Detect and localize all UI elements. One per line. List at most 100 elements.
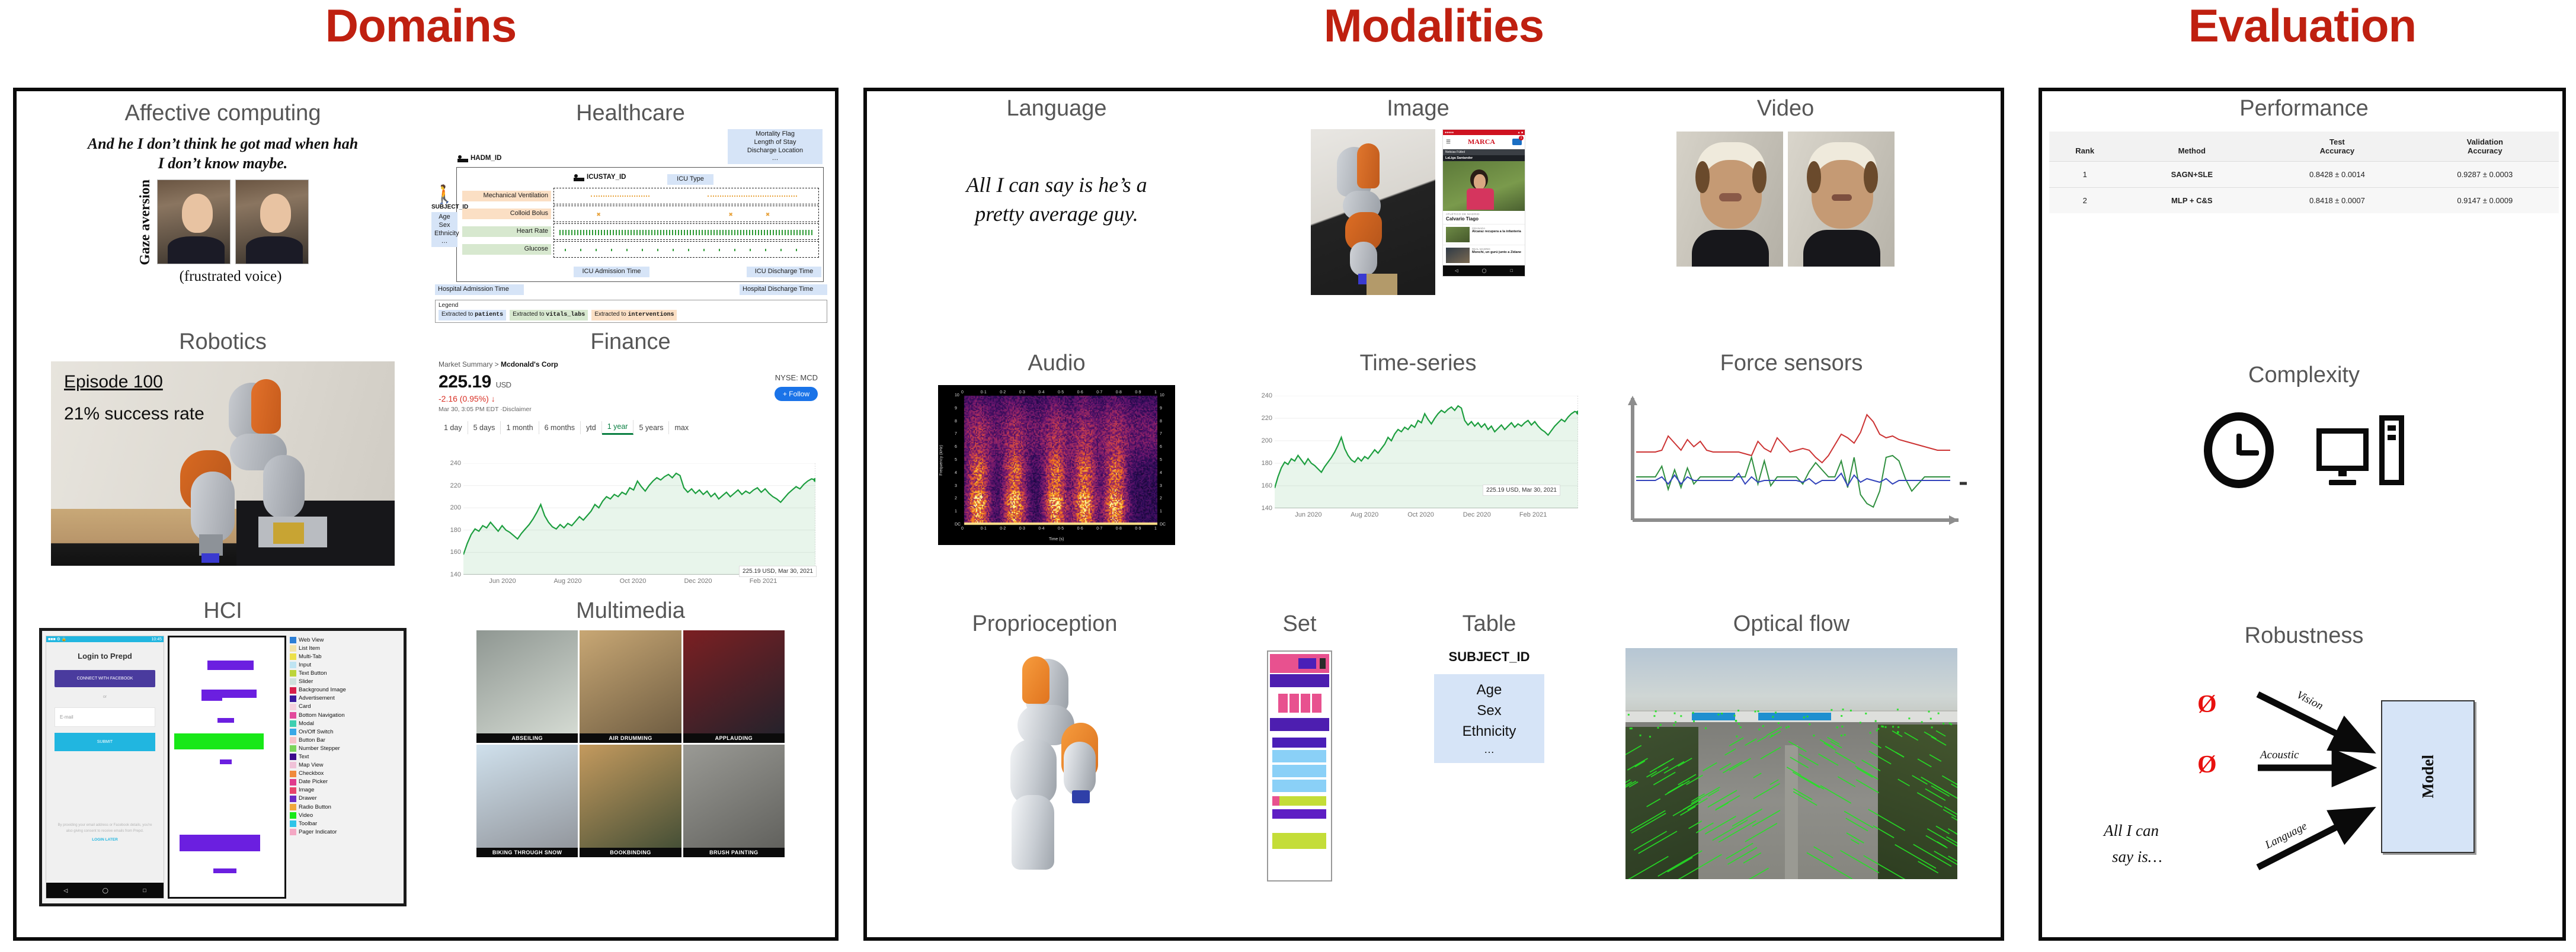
performance-title: Performance [2049, 97, 2559, 120]
domains-panel: Affective computing And he I don’t think… [13, 88, 839, 941]
hci-submit-button[interactable]: SUBMIT [55, 733, 155, 751]
column-header-method: Method [2120, 132, 2263, 162]
android-back-icon[interactable]: ◁ [1455, 268, 1458, 273]
timeseries-annotation: 225.19 USD, Mar 30, 2021 [1483, 485, 1560, 496]
cell-rank: 2 [2049, 188, 2120, 214]
hci-legend-label: Multi-Tab [299, 654, 322, 660]
android-home-icon[interactable]: ◯ [1482, 268, 1487, 273]
cell-validation-accuracy: 0.9287 ± 0.0003 [2411, 162, 2559, 188]
news-headline: Alcaraz recupera a la infantería [1472, 230, 1521, 234]
hci-legend-label: On/Off Switch [299, 729, 333, 735]
clock-icon [2204, 412, 2274, 488]
image-phone-news-item[interactable]: REAL MADRID Monchi, un gurú junto a Zida… [1443, 245, 1525, 265]
robotics-success-label: 21% success rate [64, 404, 204, 424]
finance-range-1year[interactable]: 1 year [602, 420, 634, 435]
finance-range-1month[interactable]: 1 month [501, 421, 539, 434]
spectrogram-x-tick: 0·5 [1058, 390, 1064, 395]
hci-legend-swatch [290, 829, 296, 835]
image-phone-section-tab[interactable]: Noticias Fútbol [1443, 149, 1525, 155]
spectrogram-x-tick: 0·2 [1000, 527, 1006, 531]
hci-legend-item: List Item [290, 645, 400, 652]
hci-screenshot-shell: ■■■ ⚙ 🔒 10:45 Login to Prepd CONNECT WIT… [39, 628, 407, 906]
domain-robotics: Robotics Episode 100 21% success rate [23, 331, 423, 597]
complexity-title: Complexity [2049, 364, 2559, 386]
spectrogram-x-tick: 0·8 [1116, 527, 1122, 531]
finance-currency: USD [496, 380, 511, 389]
hci-legend-label: Number Stepper [299, 746, 340, 752]
spectrogram-x-tick: 0·9 [1135, 527, 1141, 531]
hci-legend-label: Radio Button [299, 804, 331, 810]
evaluation-complexity: Complexity [2049, 364, 2559, 618]
image-phone-news-item[interactable]: GRANADA Alcaraz recupera a la infantería [1443, 225, 1525, 245]
chart-x-tick: Dec 2020 [684, 578, 712, 585]
spectrogram-x-tick: 1 [1154, 390, 1157, 395]
hci-legend-swatch [290, 820, 296, 827]
multimedia-clip: AIR DRUMMING [580, 630, 681, 743]
spectrogram-x-tick: 0·6 [1077, 390, 1083, 395]
chart-y-tick: 200 [450, 504, 461, 511]
table-title: Table [1388, 613, 1590, 635]
finance-range-1day[interactable]: 1 day [439, 421, 468, 434]
multimedia-clip: BRUSH PAINTING [683, 745, 785, 857]
hci-legend-item: Map View [290, 762, 400, 768]
hci-legend-swatch [290, 704, 296, 710]
image-phone-lead-headline[interactable]: Calvario Tiago [1446, 216, 1522, 222]
hci-legend-label: Advertisement [299, 695, 335, 701]
spectrogram-x-label: Time (s) [1049, 537, 1064, 541]
healthcare-signal-row: Mechanical Ventilation [462, 187, 819, 205]
hci-login-later-link[interactable]: LOGIN LATER [55, 838, 155, 842]
healthcare-subject-id: SUBJECT_ID [431, 204, 457, 210]
healthcare-icu-discharge-chip: ICU Discharge Time [747, 267, 821, 277]
spectrogram-x-tick: 0·1 [981, 527, 987, 531]
optical-flow-vectors [1625, 648, 1957, 879]
finance-company: Mcdonald's Corp [501, 360, 558, 368]
finance-range-tabs[interactable]: 1 day 5 days 1 month 6 months ytd 1 year… [439, 420, 820, 435]
tower-icon [2379, 415, 2404, 485]
modality-optical-flow: Optical flow [1596, 613, 1987, 932]
modalities-panel: Language All I can say is he’s a pretty … [863, 88, 2004, 941]
hci-email-input[interactable]: E-mail [55, 707, 155, 727]
affective-caption-line1: And he I don’t think he got mad when hah [23, 134, 423, 153]
chart-y-tick: 180 [450, 527, 461, 534]
spectrogram-x-tick: 0·7 [1096, 390, 1102, 395]
table-primary-key: SUBJECT_ID [1388, 649, 1590, 665]
healthcare-legend-item: Extracted to patients [439, 310, 506, 320]
chart-x-tick: Feb 2021 [750, 578, 777, 585]
hci-legend-item: Pager Indicator [290, 829, 400, 835]
spectrogram-x-tick: 0·3 [1019, 527, 1025, 531]
hci-legend-item: Date Picker [290, 779, 400, 786]
chart-x-tick: Jun 2020 [489, 578, 516, 585]
hci-facebook-button[interactable]: CONNECT WITH FACEBOOK [55, 670, 155, 687]
android-recents-icon[interactable]: □ [1511, 269, 1513, 273]
finance-title: Finance [431, 331, 830, 353]
android-back-icon[interactable]: ◁ [63, 887, 68, 894]
chart-x-tick: Jun 2020 [1295, 511, 1321, 518]
section-title-modalities: Modalities [863, 0, 2004, 53]
hci-legend-item: Bottom Navigation [290, 712, 400, 719]
finance-range-ytd[interactable]: ytd [581, 421, 602, 434]
robustness-title: Robustness [2049, 624, 2559, 647]
timeseries-title: Time-series [1240, 352, 1596, 374]
android-home-icon[interactable]: ◯ [103, 887, 108, 894]
optical-flow-image [1625, 648, 1957, 879]
spectrogram-y-tick: 3 [955, 484, 957, 488]
android-recents-icon[interactable]: □ [143, 887, 146, 893]
hamburger-menu-icon[interactable]: ☰ [1446, 139, 1451, 145]
spectrogram-y-tick: DC [955, 523, 961, 527]
icu-bed-icon [574, 173, 584, 181]
multimedia-clip-label: BIKING THROUGH SNOW [476, 848, 578, 857]
finance-range-6months[interactable]: 6 months [539, 421, 581, 434]
hci-legend-item: Multi-Tab [290, 653, 400, 660]
spectrogram-x-tick: 0 [961, 390, 964, 395]
affective-title: Affective computing [23, 102, 423, 124]
down-arrow-icon: ↓ [491, 394, 495, 403]
finance-range-5days[interactable]: 5 days [468, 421, 501, 434]
finance-range-max[interactable]: max [669, 421, 694, 434]
chart-y-tick: 160 [450, 549, 461, 556]
hci-legend-item: Number Stepper [290, 745, 400, 752]
finance-follow-button[interactable]: + Follow [775, 387, 818, 401]
finance-range-5years[interactable]: 5 years [633, 421, 669, 434]
force-title: Force sensors [1608, 352, 1975, 374]
spectrogram-x-tick: 0·4 [1038, 390, 1044, 395]
breadcrumb-prefix: Market Summary > [439, 360, 501, 368]
